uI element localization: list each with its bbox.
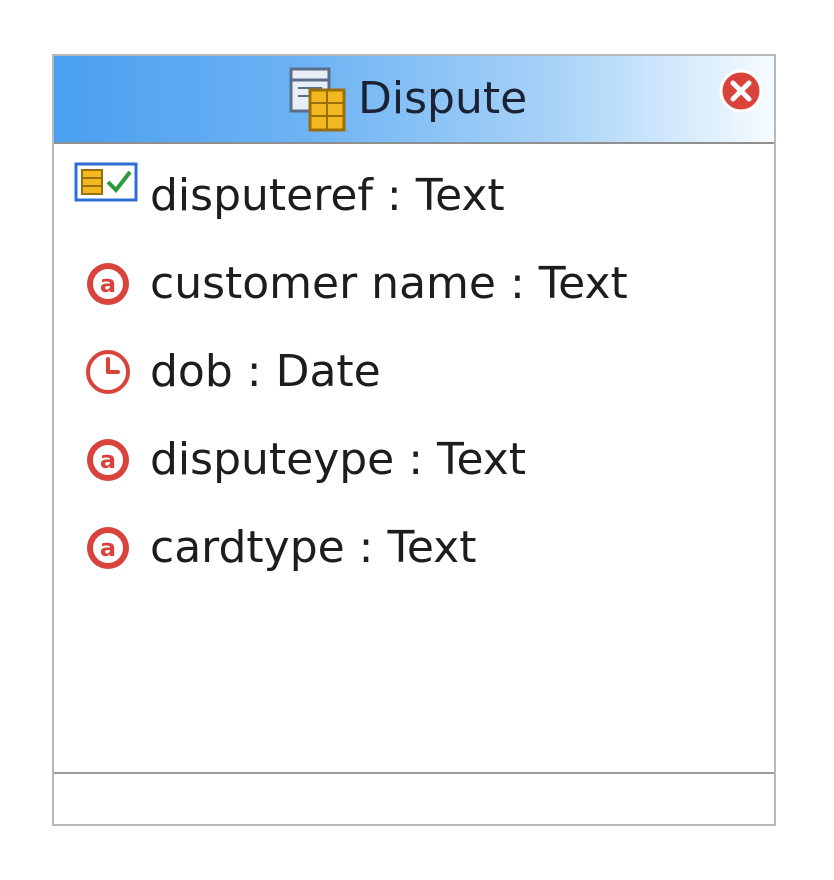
svg-text:a: a [100,270,116,298]
svg-text:a: a [100,446,116,474]
attribute-row[interactable]: a disputeype : Text [54,416,774,504]
attribute-row[interactable]: a customer name : Text [54,240,774,328]
attribute-label: dob : Date [150,346,381,397]
footer-divider [54,772,774,774]
header-divider [54,142,774,144]
attribute-row[interactable]: a cardtype : Text [54,504,774,592]
attribute-label: disputeref : Text [150,170,505,221]
attribute-label: cardtype : Text [150,522,477,573]
entity-title: Dispute [358,73,528,124]
entity-header[interactable]: Dispute [54,56,774,142]
text-type-icon: a [84,524,132,572]
clock-icon [84,348,132,396]
close-icon[interactable] [718,68,764,114]
text-type-icon: a [84,260,132,308]
entity-box[interactable]: Dispute disputeref : Text a customer nam… [52,54,776,826]
entity-icon [288,66,348,132]
entity-title-group: Dispute [288,62,527,136]
attribute-list: disputeref : Text a customer name : Text [54,152,774,592]
key-attribute-icon [74,162,138,202]
svg-text:a: a [100,534,116,562]
attribute-row[interactable]: disputeref : Text [54,152,774,240]
attribute-label: disputeype : Text [150,434,527,485]
attribute-row[interactable]: dob : Date [54,328,774,416]
attribute-label: customer name : Text [150,258,628,309]
text-type-icon: a [84,436,132,484]
